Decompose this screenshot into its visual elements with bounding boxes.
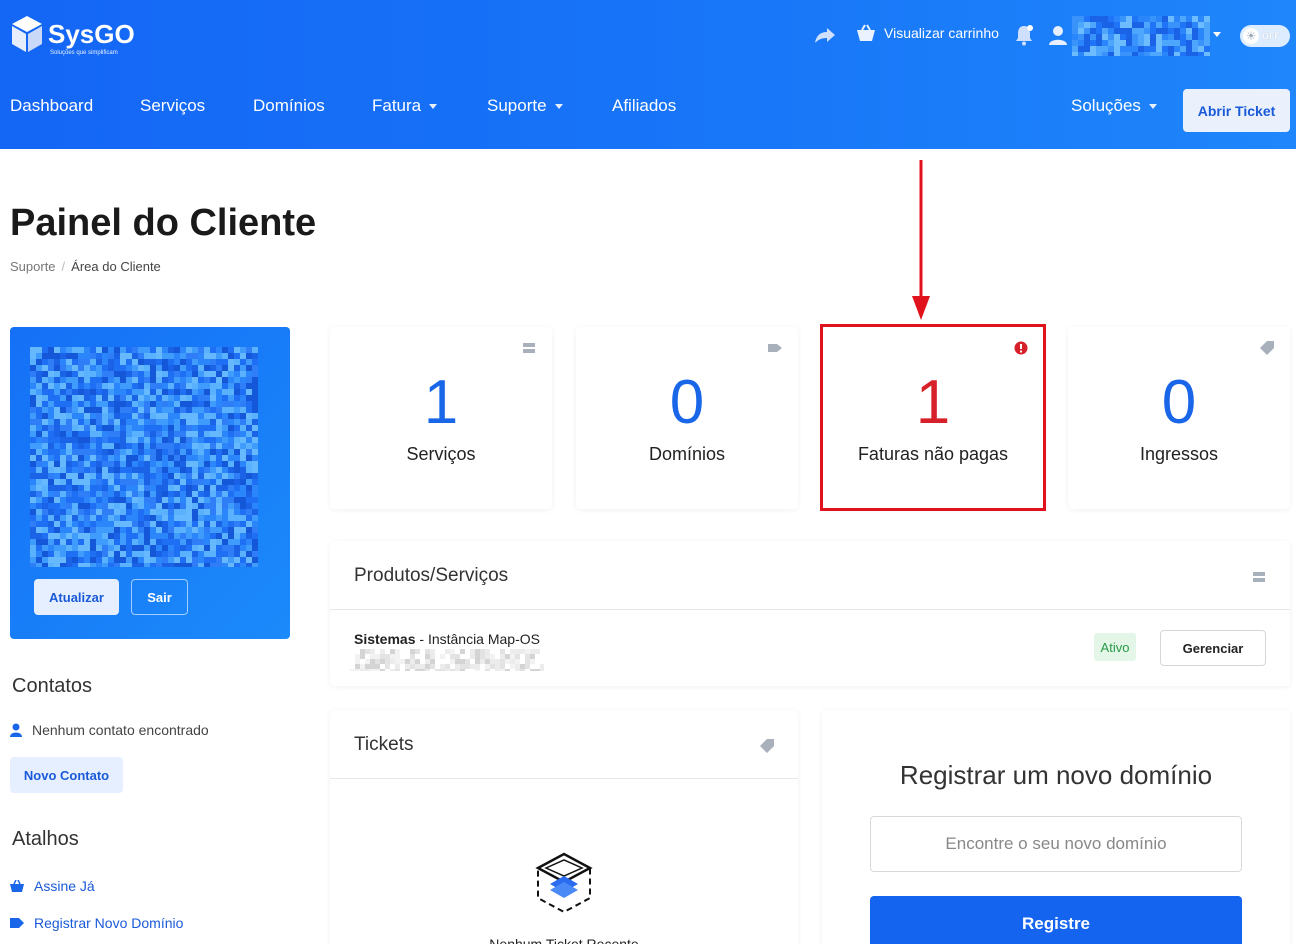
tag-icon bbox=[768, 344, 782, 352]
ticket-icon bbox=[760, 739, 774, 753]
product-detail: Instância Map-OS bbox=[427, 631, 540, 647]
page-title: Painel do Cliente bbox=[10, 202, 317, 244]
nav-dominios[interactable]: Domínios bbox=[253, 96, 325, 116]
logout-button[interactable]: Sair bbox=[131, 579, 188, 615]
cube-logo-icon bbox=[12, 16, 42, 52]
nav-label: Dashboard bbox=[10, 96, 94, 115]
user-icon[interactable] bbox=[1048, 24, 1068, 46]
nav-afiliados[interactable]: Afiliados bbox=[612, 96, 676, 116]
chevron-down-icon[interactable] bbox=[1213, 32, 1221, 37]
nav-label: Fatura bbox=[372, 96, 422, 115]
brand-logo[interactable]: SysGO Soluções que simplificam bbox=[10, 14, 135, 56]
stat-card-tickets[interactable]: 0 Ingressos bbox=[1068, 327, 1290, 509]
basket-icon bbox=[10, 880, 24, 892]
chevron-down-icon bbox=[1148, 103, 1157, 109]
share-arrow-icon[interactable] bbox=[814, 26, 836, 44]
manage-button[interactable]: Gerenciar bbox=[1160, 630, 1266, 666]
nav-fatura[interactable]: Fatura bbox=[372, 96, 438, 116]
products-panel: Produtos/Serviços Sistemas - Instância M… bbox=[330, 541, 1290, 686]
brand-name: SysGO bbox=[48, 19, 135, 49]
stat-label: Domínios bbox=[648, 444, 726, 464]
products-title: Produtos/Serviços bbox=[354, 565, 509, 586]
account-name-redacted[interactable] bbox=[1072, 16, 1210, 56]
theme-toggle[interactable]: ☀ OFF bbox=[1240, 25, 1290, 47]
product-name[interactable]: Sistemas - Instância Map-OS bbox=[354, 631, 540, 647]
server-icon bbox=[523, 343, 535, 353]
stat-value: 1 bbox=[423, 368, 459, 437]
nav-label: Suporte bbox=[487, 96, 547, 115]
user-icon bbox=[10, 723, 22, 737]
nav-label: Domínios bbox=[253, 96, 325, 115]
products-panel-header: Produtos/Serviços bbox=[330, 541, 1290, 610]
shortcut-assine[interactable]: Assine Já bbox=[10, 878, 95, 894]
chevron-down-icon bbox=[554, 103, 563, 109]
nav-label: Serviços bbox=[140, 96, 206, 115]
tickets-panel: Tickets Nenhum Ticket Recente bbox=[330, 710, 798, 944]
site-header: SysGO Soluções que simplificam Visualiza… bbox=[0, 0, 1296, 149]
nav-dashboard[interactable]: Dashboard bbox=[10, 96, 93, 116]
shortcut-register-domain[interactable]: Registrar Novo Domínio bbox=[10, 915, 183, 931]
new-contact-button[interactable]: Novo Contato bbox=[10, 757, 123, 793]
breadcrumb-suporte[interactable]: Suporte bbox=[10, 259, 56, 274]
no-contacts-text: Nenhum contato encontrado bbox=[32, 722, 209, 738]
nav-label: Soluções bbox=[1071, 96, 1141, 115]
no-tickets-text: Nenhum Ticket Recente bbox=[489, 936, 639, 944]
tag-icon bbox=[10, 918, 24, 928]
shortcut-label: Registrar Novo Domínio bbox=[34, 915, 184, 931]
breadcrumb-current: Área do Cliente bbox=[71, 259, 161, 274]
profile-card: Atualizar Sair bbox=[10, 327, 290, 639]
no-contacts-row: Nenhum contato encontrado bbox=[10, 722, 209, 738]
stat-value: 0 bbox=[1161, 368, 1197, 437]
domain-search-input[interactable] bbox=[870, 816, 1242, 872]
status-badge: Ativo bbox=[1094, 633, 1136, 661]
main-nav: Dashboard Serviços Domínios Fatura Supor… bbox=[0, 96, 1296, 126]
tickets-panel-header: Tickets bbox=[330, 710, 798, 779]
breadcrumb: Suporte / Área do Cliente bbox=[10, 259, 161, 274]
stat-card-domains[interactable]: 0 Domínios bbox=[576, 327, 798, 509]
brand-tagline: Soluções que simplificam bbox=[50, 50, 118, 56]
empty-inbox-icon bbox=[535, 852, 593, 914]
breadcrumb-separator: / bbox=[61, 259, 66, 274]
stat-card-services[interactable]: 1 Serviços bbox=[330, 327, 552, 509]
shortcut-label: Assine Já bbox=[34, 878, 95, 894]
profile-info-redacted bbox=[30, 347, 258, 567]
nav-solucoes[interactable]: Soluções bbox=[1071, 96, 1157, 116]
sun-icon: ☀ bbox=[1243, 28, 1259, 44]
annotation-arrow bbox=[912, 160, 930, 320]
server-icon bbox=[1253, 572, 1265, 582]
annotation-highlight-box bbox=[820, 324, 1046, 511]
register-domain-title: Registrar um novo domínio bbox=[899, 760, 1213, 790]
register-domain-button[interactable]: Registre bbox=[870, 896, 1242, 944]
tickets-title: Tickets bbox=[354, 734, 414, 755]
contacts-heading: Contatos bbox=[12, 675, 93, 697]
register-domain-panel: Registrar um novo domínio Registre bbox=[822, 710, 1290, 944]
product-category: Sistemas bbox=[354, 631, 416, 647]
bell-icon[interactable] bbox=[1014, 24, 1034, 46]
view-cart-link[interactable]: Visualizar carrinho bbox=[856, 24, 999, 42]
nav-label: Afiliados bbox=[612, 96, 677, 115]
basket-icon bbox=[857, 24, 875, 41]
toggle-label: OFF bbox=[1262, 31, 1280, 41]
nav-servicos[interactable]: Serviços bbox=[140, 96, 205, 116]
ticket-icon bbox=[1260, 341, 1274, 355]
product-domain-redacted bbox=[350, 649, 544, 671]
shortcuts-heading: Atalhos bbox=[12, 828, 79, 850]
view-cart-label: Visualizar carrinho bbox=[884, 25, 999, 41]
stat-label: Serviços bbox=[406, 444, 476, 464]
nav-suporte[interactable]: Suporte bbox=[487, 96, 563, 116]
chevron-down-icon bbox=[429, 103, 438, 109]
stat-value: 0 bbox=[669, 368, 705, 437]
stat-label: Ingressos bbox=[1139, 444, 1219, 464]
open-ticket-button[interactable]: Abrir Ticket bbox=[1183, 89, 1290, 132]
update-profile-button[interactable]: Atualizar bbox=[34, 579, 119, 615]
product-separator: - bbox=[415, 631, 428, 647]
